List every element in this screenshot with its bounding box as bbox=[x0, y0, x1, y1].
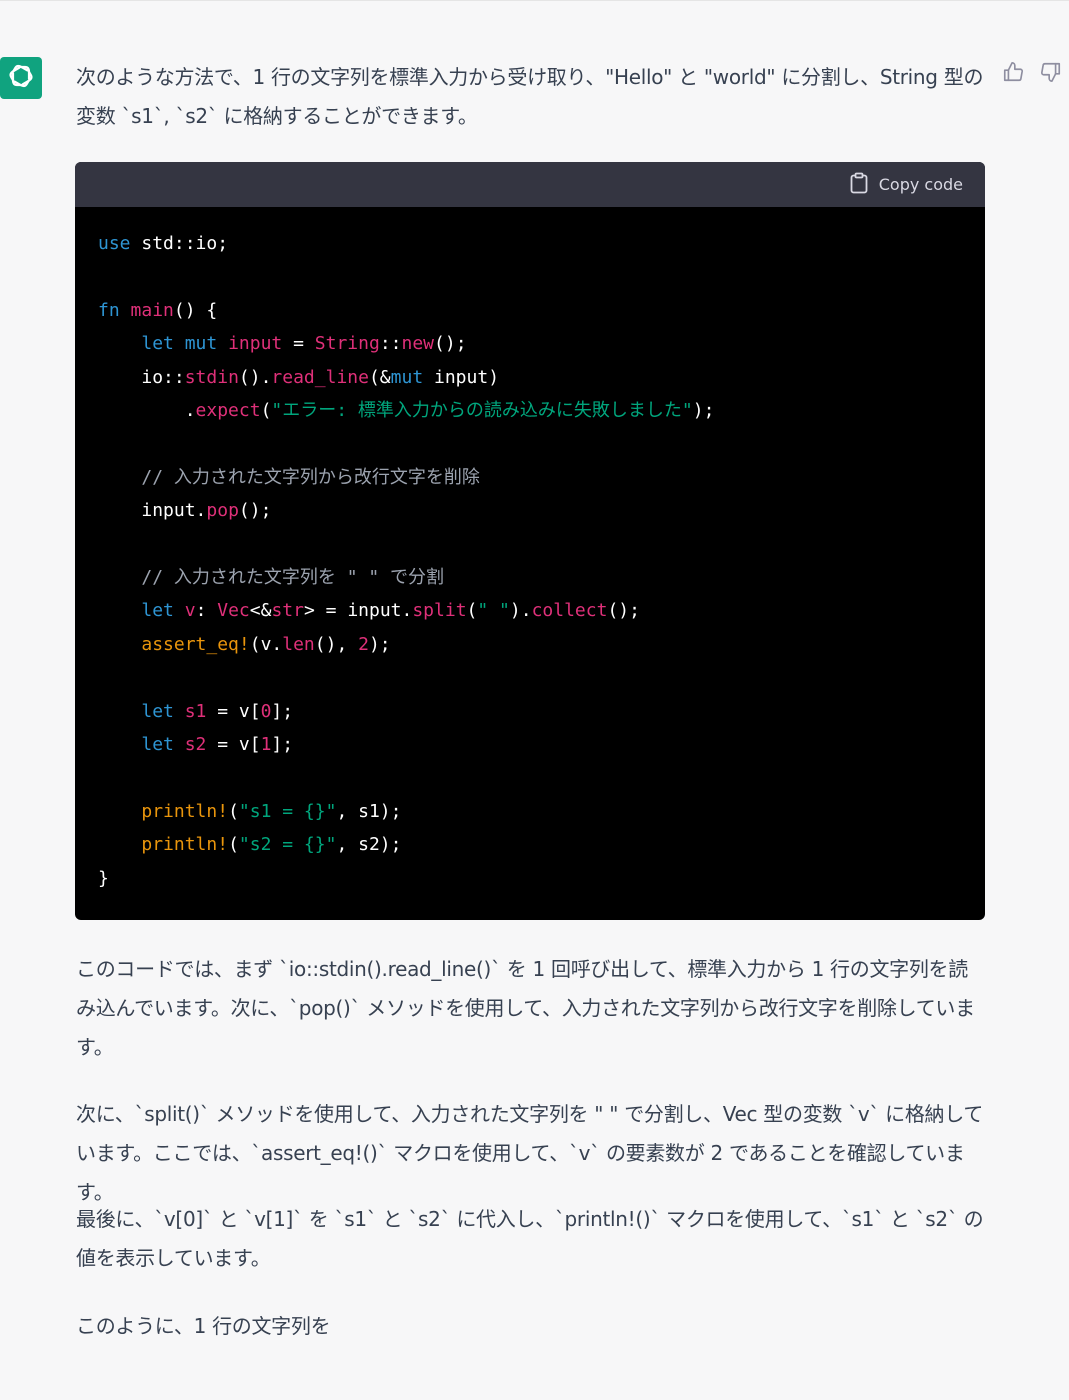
code-token: fn bbox=[98, 299, 120, 321]
code-token: <& bbox=[249, 600, 272, 622]
code-token: = v[ bbox=[206, 734, 261, 756]
openai-logo-icon bbox=[7, 62, 35, 94]
code-token: input. bbox=[141, 500, 207, 522]
code-token: ). bbox=[509, 600, 532, 622]
code-token: (v. bbox=[249, 633, 283, 655]
code-token: stdin bbox=[184, 366, 239, 388]
intro-paragraph: 次のような方法で、1 行の文字列を標準入力から受け取り、"Hello" と "w… bbox=[76, 65, 984, 128]
code-token: = bbox=[282, 333, 315, 355]
thumbs-up-button[interactable] bbox=[999, 60, 1027, 88]
code-token: (). bbox=[238, 366, 272, 388]
explanation-paragraph-3: 最後に、`v[0]` と `v[1]` を `s1` と `s2` に代入し、`… bbox=[76, 1207, 984, 1270]
code-token: = v[ bbox=[206, 700, 261, 722]
code-token: input bbox=[217, 333, 283, 355]
code-token: ); bbox=[368, 633, 391, 655]
code-token: "エラー: 標準入力からの読み込みに失敗しました" bbox=[271, 400, 693, 422]
code-content: use std::io; fn main() { let mut input =… bbox=[75, 207, 985, 895]
code-token: ( bbox=[466, 600, 478, 622]
thumbs-down-button[interactable] bbox=[1037, 60, 1065, 88]
code-token: (); bbox=[607, 600, 640, 622]
code-token: len bbox=[282, 633, 315, 655]
code-token: ( bbox=[228, 834, 239, 856]
code-token: use bbox=[98, 233, 131, 254]
code-token: s2 bbox=[173, 734, 207, 756]
code-token: > = input. bbox=[303, 600, 413, 622]
code-token: "s2 = {}" bbox=[238, 834, 337, 856]
code-token: println! bbox=[141, 834, 229, 856]
code-token: ( bbox=[228, 800, 239, 822]
thumbs-up-icon bbox=[1002, 61, 1024, 87]
code-token: :: bbox=[379, 333, 402, 355]
code-token: new bbox=[401, 333, 435, 355]
explanation-paragraph-1: このコードでは、まず `io::stdin().read_line()` を 1… bbox=[76, 957, 975, 1059]
code-token: ( bbox=[260, 400, 272, 422]
code-token: let bbox=[141, 700, 174, 722]
copy-code-label: Copy code bbox=[878, 175, 963, 194]
copy-code-button[interactable]: Copy code bbox=[849, 172, 963, 198]
code-token: } bbox=[98, 867, 109, 889]
code-token: (), bbox=[314, 633, 359, 655]
code-token: collect bbox=[531, 600, 608, 622]
code-token: (); bbox=[434, 333, 467, 355]
code-token: s1 bbox=[173, 700, 207, 722]
code-token: v bbox=[173, 600, 196, 622]
code-token: , s2); bbox=[336, 834, 402, 856]
thumbs-down-icon bbox=[1040, 61, 1062, 87]
explanation-paragraph-4: このように、1 行の文字列を bbox=[76, 1314, 331, 1338]
code-token: " " bbox=[477, 600, 510, 622]
code-token: (& bbox=[368, 366, 391, 388]
code-token: expect bbox=[195, 400, 261, 422]
code-token: io:: bbox=[141, 366, 185, 388]
code-token: , s1); bbox=[336, 800, 402, 822]
code-block: Copy code use std::io; fn main() { let m… bbox=[75, 162, 985, 920]
clipboard-icon bbox=[849, 172, 869, 198]
code-comment: // 入力された文字列を " " で分割 bbox=[141, 567, 445, 589]
code-token: let bbox=[141, 734, 174, 756]
code-token: . bbox=[184, 400, 196, 422]
code-comment: // 入力された文字列から改行文字を削除 bbox=[141, 466, 480, 488]
code-token: String bbox=[314, 333, 380, 355]
code-token: println! bbox=[141, 800, 229, 822]
code-token: std::io; bbox=[130, 233, 229, 254]
explanation-paragraph-2: 次に、`split()` メソッドを使用して、入力された文字列を " " で分割… bbox=[76, 1102, 984, 1204]
code-token: ]; bbox=[271, 700, 294, 722]
code-token: 0 bbox=[260, 700, 272, 722]
code-token: (); bbox=[238, 500, 272, 522]
code-token: main bbox=[119, 299, 174, 321]
code-token: "s1 = {}" bbox=[238, 800, 337, 822]
code-token: let bbox=[141, 600, 174, 622]
code-token: assert_eq! bbox=[141, 633, 250, 655]
code-token: 2 bbox=[358, 633, 369, 655]
code-token: str bbox=[271, 600, 304, 622]
code-token: pop bbox=[206, 500, 239, 522]
code-token: split bbox=[412, 600, 467, 622]
top-divider bbox=[0, 0, 1069, 1]
code-token: mut bbox=[173, 333, 218, 355]
code-token: ); bbox=[692, 400, 715, 422]
code-token: Vec bbox=[217, 600, 250, 622]
code-token: : bbox=[195, 600, 218, 622]
code-token: () { bbox=[173, 299, 218, 321]
code-token: ]; bbox=[271, 734, 294, 756]
code-token: read_line bbox=[271, 366, 369, 388]
code-token: let bbox=[141, 333, 174, 355]
code-token: input) bbox=[423, 366, 500, 388]
code-token: 1 bbox=[260, 734, 272, 756]
assistant-avatar bbox=[0, 57, 42, 99]
code-token: mut bbox=[390, 366, 424, 388]
code-block-header: Copy code bbox=[75, 162, 985, 207]
